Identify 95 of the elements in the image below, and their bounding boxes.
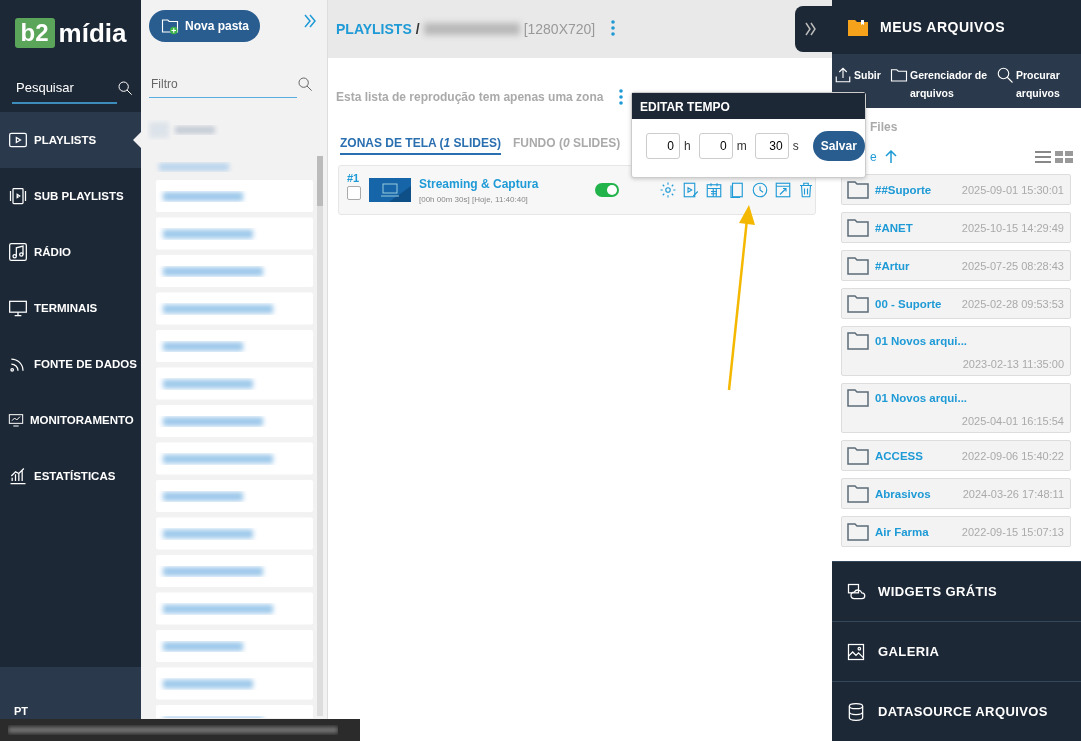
bar-chart-icon xyxy=(8,466,28,486)
search-icon xyxy=(996,66,1014,84)
double-chevron-icon[interactable] xyxy=(303,13,317,29)
double-chevron-icon xyxy=(805,21,817,37)
more-icon[interactable] xyxy=(619,89,624,105)
folder-icon xyxy=(847,218,869,237)
gear-icon xyxy=(659,181,677,199)
panel-link[interactable]: GALERIA xyxy=(832,621,1081,681)
folder-icon xyxy=(847,332,869,350)
search-field[interactable]: Pesquisar xyxy=(12,72,117,104)
widgets-cloud-icon xyxy=(846,581,866,602)
nav-item[interactable]: MONITORAMENTO xyxy=(0,392,141,448)
panel-link[interactable]: WIDGETS GRÁTIS xyxy=(832,561,1081,621)
upload-icon xyxy=(834,66,852,84)
file-name: 01 Novos arqui... xyxy=(875,392,969,404)
file-date: 2024-03-26 17:48:11 xyxy=(962,487,1064,500)
calendar-icon xyxy=(705,181,723,199)
logo-mark: b2 xyxy=(14,18,55,48)
database-icon xyxy=(846,701,866,722)
folder-icon xyxy=(847,294,869,313)
file-date: 2025-04-01 16:15:54 xyxy=(960,415,1064,427)
tab[interactable]: ZONAS DE TELA (1 SLIDES) xyxy=(340,136,501,155)
popover-title: EDITAR TEMPO xyxy=(640,100,730,114)
trash-icon xyxy=(797,181,815,199)
monitor-chart-icon xyxy=(8,412,24,428)
file-action-button[interactable]: Subir xyxy=(834,66,888,84)
folder-icon xyxy=(890,66,908,84)
nav-item[interactable]: ESTATÍSTICAS xyxy=(0,448,141,504)
monitor-icon xyxy=(8,298,28,318)
file-action-button[interactable]: Procurar arquivos xyxy=(996,66,1081,102)
file-name: #Artur xyxy=(875,259,911,272)
list-view-icon[interactable] xyxy=(1035,151,1051,163)
search-icon[interactable] xyxy=(117,80,133,96)
file-name: Abrasivos xyxy=(875,487,932,500)
slide-meta: [00h 00m 30s] [Hoje, 11:40:40] xyxy=(419,194,529,204)
grid-view-icon[interactable] xyxy=(1055,151,1073,163)
new-folder-button[interactable]: Nova pasta xyxy=(149,10,260,42)
edit-play-icon xyxy=(682,181,700,199)
folder-icon xyxy=(847,522,869,541)
file-date: 2022-09-06 15:40:22 xyxy=(961,449,1064,462)
save-button[interactable]: Salvar xyxy=(812,131,865,161)
clock-icon[interactable] xyxy=(751,181,769,199)
time-field[interactable]: 0 xyxy=(646,133,680,159)
time-field[interactable]: 0 xyxy=(698,133,733,159)
slide-checkbox[interactable] xyxy=(347,186,361,200)
unit-label: s xyxy=(792,139,799,153)
more-icon[interactable] xyxy=(611,19,616,36)
folder-icon xyxy=(848,18,868,36)
time-field[interactable]: 30 xyxy=(754,133,789,159)
file-date: 2023-02-13 11:35:00 xyxy=(961,358,1064,370)
language-label[interactable]: PT xyxy=(0,705,141,717)
folder-plus-icon xyxy=(161,17,179,35)
folder-icon xyxy=(847,389,869,407)
arrow-up-icon[interactable] xyxy=(884,150,897,164)
collapse-tab[interactable] xyxy=(795,6,832,52)
file-name: ACCESS xyxy=(875,449,924,462)
file-date: 2025-07-25 08:28:43 xyxy=(961,259,1064,272)
image-icon xyxy=(846,641,866,662)
panel-title: MEUS ARQUIVOS xyxy=(880,19,1005,35)
file-name: 01 Novos arqui... xyxy=(875,335,969,347)
slide-number: #1 xyxy=(347,172,361,184)
file-action-button[interactable]: Gerenciador de arquivos xyxy=(890,66,994,102)
unit-label: m xyxy=(736,139,747,153)
folder-icon xyxy=(847,446,869,465)
folder-icon xyxy=(847,180,869,199)
folder-icon xyxy=(847,256,869,275)
section-title: Files xyxy=(870,120,898,134)
file-date: 2022-09-15 15:07:13 xyxy=(961,525,1064,538)
nav-item[interactable]: TERMINAIS xyxy=(0,280,141,336)
file-date: 2025-10-15 14:29:49 xyxy=(961,221,1064,234)
nav-item[interactable]: PLAYLISTS xyxy=(0,112,141,168)
file-name: #ANET xyxy=(875,221,914,234)
slide-toggle[interactable] xyxy=(595,183,619,197)
nav-item[interactable]: SUB PLAYLISTS xyxy=(0,168,141,224)
file-name: Air Farma xyxy=(875,525,930,538)
file-name: 00 - Suporte xyxy=(875,297,943,310)
zone-note: Esta lista de reprodução tem apenas uma zona xyxy=(336,90,604,104)
expand-icon xyxy=(774,181,792,199)
breadcrumb-separator: / xyxy=(415,21,420,37)
copy-icon xyxy=(728,181,746,199)
filter-field[interactable]: Filtro xyxy=(149,70,297,98)
music-icon xyxy=(8,242,28,262)
nav-item[interactable]: RÁDIO xyxy=(0,224,141,280)
nav-item[interactable]: FONTE DE DADOS xyxy=(0,336,141,392)
play-icon xyxy=(8,130,28,150)
folder-icon xyxy=(847,484,869,503)
phone-play-icon xyxy=(8,186,28,206)
slide-thumbnail xyxy=(369,178,411,202)
logo-name: mídia xyxy=(58,17,127,49)
resolution-label: [1280X720] xyxy=(523,21,596,37)
file-name: ##Suporte xyxy=(875,183,933,196)
unit-label: h xyxy=(684,139,691,153)
file-date: 2025-02-28 09:53:53 xyxy=(961,297,1064,310)
file-date: 2025-09-01 15:30:01 xyxy=(961,183,1064,196)
panel-link[interactable]: DATASOURCE ARQUIVOS xyxy=(832,681,1081,741)
